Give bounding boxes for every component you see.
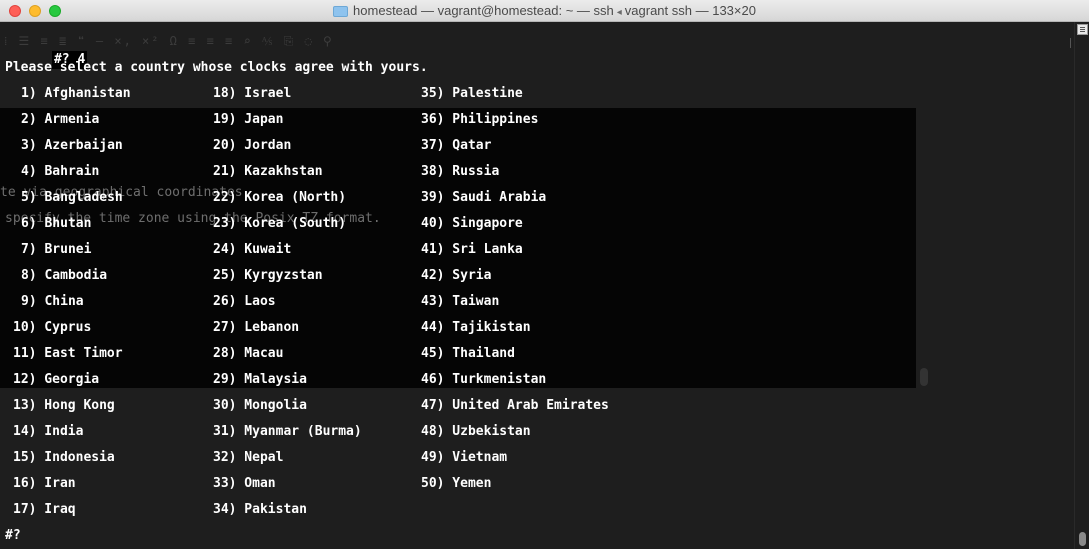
country-option: 14) India	[13, 424, 84, 439]
menu-row: 11) East Timor 28) Macau 45) Thailand	[5, 345, 905, 363]
country-option: 44) Tajikistan	[421, 320, 531, 335]
country-option: 25) Kyrgyzstan	[213, 268, 323, 283]
country-option: 31) Myanmar (Burma)	[213, 424, 362, 439]
ghost-divider	[1070, 38, 1071, 48]
country-option: 15) Indonesia	[13, 450, 115, 465]
country-option: 10) Cyprus	[13, 320, 92, 335]
country-option: 40) Singapore	[421, 216, 523, 231]
country-option: 37) Qatar	[421, 138, 492, 153]
country-option: 11) East Timor	[13, 346, 123, 361]
country-option: 48) Uzbekistan	[421, 424, 531, 439]
country-option: 27) Lebanon	[213, 320, 300, 335]
arrow-icon: ◂	[616, 7, 622, 18]
split-menu-icon[interactable]	[1077, 24, 1088, 35]
country-option: 8) Cambodia	[21, 268, 108, 283]
country-option: 32) Nepal	[213, 450, 284, 465]
menu-row: 1) Afghanistan 18) Israel 35) Palestine	[5, 85, 905, 103]
menu-row: 10) Cyprus 27) Lebanon 44) Tajikistan	[5, 319, 905, 337]
title-sub: vagrant ssh — 133×20	[624, 3, 756, 18]
select-heading: Please select a country whose clocks agr…	[5, 60, 428, 75]
country-option: 41) Sri Lanka	[421, 242, 523, 257]
folder-icon	[333, 6, 349, 17]
country-option: 19) Japan	[213, 112, 284, 127]
country-option: 17) Iraq	[13, 502, 76, 517]
country-option: 38) Russia	[421, 164, 500, 179]
country-option: 39) Saudi Arabia	[421, 190, 547, 205]
title-bar[interactable]: homestead — vagrant@homestead: ~ — ssh ◂ v…	[0, 0, 1089, 22]
menu-row: 2) Armenia 19) Japan 36) Philippines	[5, 111, 905, 129]
country-option: 50) Yemen	[421, 476, 492, 491]
country-option: 2) Armenia	[21, 112, 100, 127]
menu-row: 14) India 31) Myanmar (Burma) 48) Uzbekist…	[5, 423, 905, 441]
country-option: 5) Bangladesh	[21, 190, 123, 205]
ghost-scrollbar	[920, 368, 928, 386]
menu-row: 8) Cambodia 25) Kyrgyzstan 42) Syria	[5, 267, 905, 285]
menu-row: 9) China 26) Laos 43) Taiwan	[5, 293, 905, 311]
country-option: 3) Azerbaijan	[21, 138, 123, 153]
country-option: 47) United Arab Emirates	[421, 398, 609, 413]
bottom-prompt[interactable]: #?	[5, 527, 21, 545]
country-option: 49) Vietnam	[421, 450, 508, 465]
country-option: 20) Jordan	[213, 138, 292, 153]
menu-row: 7) Brunei 24) Kuwait 41) Sri Lanka	[5, 241, 905, 259]
country-option: 9) China	[21, 294, 84, 309]
country-option: 1) Afghanistan	[21, 86, 131, 101]
top-prompt: #? 4	[5, 33, 88, 69]
country-option: 21) Kazakhstan	[213, 164, 323, 179]
menu-row: 6) Bhutan 23) Korea (South) 40) Singapore	[5, 215, 905, 233]
menu-row: 3) Azerbaijan 20) Jordan 37) Qatar	[5, 137, 905, 155]
country-option: 4) Bahrain	[21, 164, 100, 179]
country-option: 7) Brunei	[21, 242, 92, 257]
menu-row: 12) Georgia 29) Malaysia 46) Turkmenistan	[5, 371, 905, 389]
country-option: 22) Korea (North)	[213, 190, 347, 205]
country-option: 29) Malaysia	[213, 372, 307, 387]
scroll-thumb[interactable]	[1079, 532, 1086, 546]
country-option: 16) Iran	[13, 476, 76, 491]
country-option: 26) Laos	[213, 294, 276, 309]
country-option: 45) Thailand	[421, 346, 515, 361]
country-option: 6) Bhutan	[21, 216, 92, 231]
scrollbar[interactable]	[1074, 22, 1089, 549]
menu-row: 13) Hong Kong 30) Mongolia 47) United Arab…	[5, 397, 905, 415]
country-option: 30) Mongolia	[213, 398, 307, 413]
country-option: 34) Pakistan	[213, 502, 307, 517]
menu-row: 15) Indonesia 32) Nepal 49) Vietnam	[5, 449, 905, 467]
country-option: 42) Syria	[421, 268, 492, 283]
menu-row: 5) Bangladesh 22) Korea (North) 39) Saudi …	[5, 189, 905, 207]
terminal-content[interactable]: #? 4 Please select a country whose clock…	[5, 0, 609, 543]
country-option: 33) Oman	[213, 476, 276, 491]
terminal-window: homestead — vagrant@homestead: ~ — ssh ◂ v…	[0, 0, 1089, 549]
menu-row: 16) Iran 33) Oman 50) Yemen	[5, 475, 905, 493]
country-option: 36) Philippines	[421, 112, 539, 127]
country-option: 23) Korea (South)	[213, 216, 347, 231]
country-option: 28) Macau	[213, 346, 284, 361]
country-option: 35) Palestine	[421, 86, 523, 101]
country-option: 43) Taiwan	[421, 294, 500, 309]
menu-row: 4) Bahrain 21) Kazakhstan 38) Russia	[5, 163, 905, 181]
window-title: homestead — vagrant@homestead: ~ — ssh ◂ v…	[0, 3, 1089, 18]
country-option: 24) Kuwait	[213, 242, 292, 257]
menu-row: 17) Iraq 34) Pakistan	[5, 501, 905, 519]
country-option: 18) Israel	[213, 86, 292, 101]
country-option: 12) Georgia	[13, 372, 100, 387]
country-option: 13) Hong Kong	[13, 398, 115, 413]
title-main: homestead — vagrant@homestead: ~ — ssh	[353, 3, 614, 18]
country-option: 46) Turkmenistan	[421, 372, 547, 387]
